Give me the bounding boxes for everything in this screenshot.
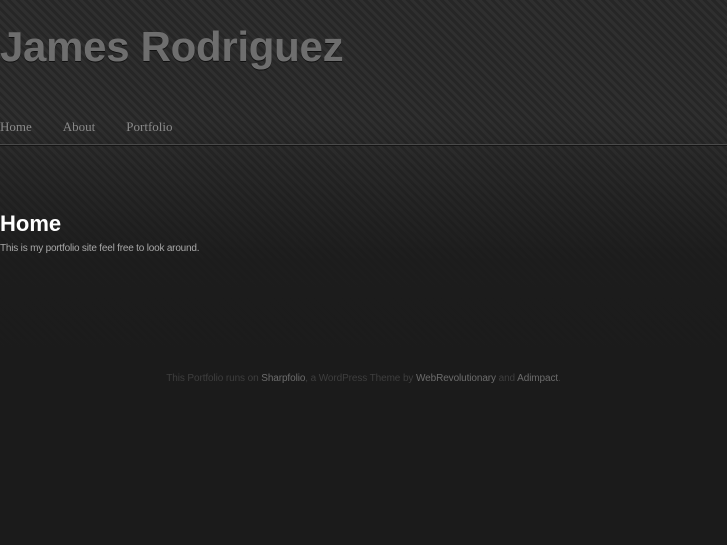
footer-theme-link[interactable]: Sharpfolio [261,373,305,384]
footer-and-text: and [498,373,516,384]
footer-author-link-adimpact[interactable]: Adimpact [517,373,558,384]
footer-author-link-webrevolutionary[interactable]: WebRevolutionary [416,373,496,384]
footer-middle-text: , a WordPress Theme by [305,373,414,384]
site-header: James Rodriguez Home About Portfolio [0,0,727,144]
header-divider [0,144,727,145]
main-nav: Home About Portfolio [0,118,204,136]
site-title[interactable]: James Rodriguez [0,22,344,72]
nav-item-about[interactable]: About [63,118,96,136]
nav-item-home[interactable]: Home [0,118,32,136]
page-title: Home [0,211,62,236]
nav-item-portfolio[interactable]: Portfolio [126,118,172,136]
footer-suffix-text: . [558,373,561,384]
footer-prefix-text: This Portfolio runs on [166,373,259,384]
page-body-text: This is my portfolio site feel free to l… [0,243,200,254]
main-content: Home This is my portfolio site feel free… [0,210,727,256]
site-footer: This Portfolio runs on Sharpfolio, a Wor… [0,372,727,386]
